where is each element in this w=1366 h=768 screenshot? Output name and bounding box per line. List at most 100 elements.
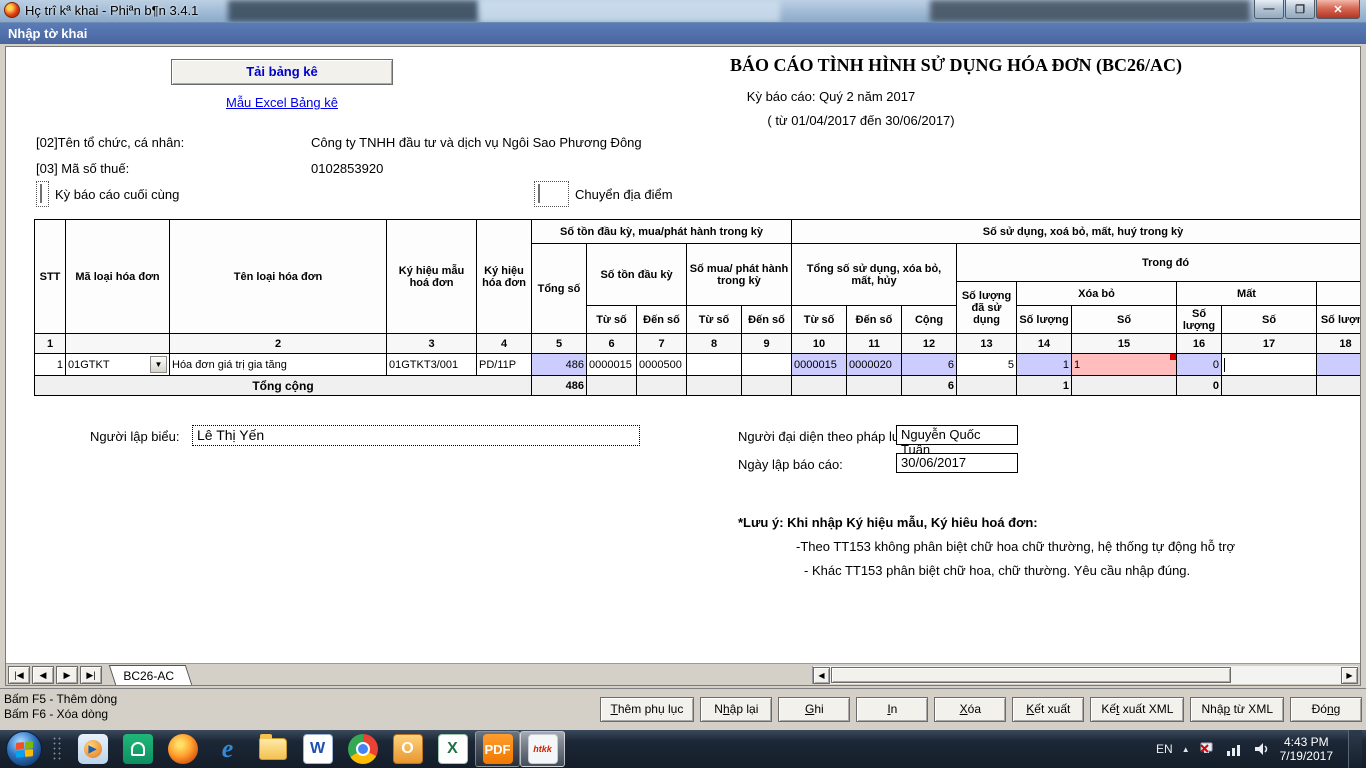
show-desktop-button[interactable] xyxy=(1348,730,1362,768)
cell-ky-hieu-mau[interactable]: 01GTKT3/001 xyxy=(387,354,477,376)
load-statement-button[interactable]: Tải bảng kê xyxy=(171,59,393,85)
error-marker-icon xyxy=(1170,354,1176,360)
cell-c10: 0000015 xyxy=(792,354,847,376)
col-header-ma-loai: Mã loại hóa đơn xyxy=(66,220,170,334)
first-sheet-icon[interactable]: |◀ xyxy=(8,666,30,684)
col-header-den-so-11: Đến số xyxy=(847,306,902,334)
chevron-down-icon[interactable]: ▼ xyxy=(150,356,167,373)
report-date-label: Ngày lập báo cáo: xyxy=(738,457,843,472)
horizontal-scrollbar[interactable]: ◀ ▶ xyxy=(812,666,1358,684)
taskbar-item-word[interactable]: W xyxy=(295,731,340,767)
invoice-usage-table: STT Mã loại hóa đơn Tên loại hóa đơn Ký … xyxy=(34,219,1361,399)
group-header-trong-do: Trong đó xyxy=(957,244,1361,282)
ket-xuat-xml-button[interactable]: Kết xuất XML xyxy=(1090,697,1184,722)
total-c16: 0 xyxy=(1177,376,1222,396)
scrollbar-thumb[interactable] xyxy=(831,667,1231,683)
report-date-input[interactable]: 30/06/2017 xyxy=(896,453,1018,473)
ghi-button[interactable]: Ghi xyxy=(778,697,850,722)
group-header-tong-so-su-dung: Tổng số sử dụng, xóa bỏ, mất, hủy xyxy=(792,244,957,306)
status-bar: Bấm F5 - Thêm dòng Bấm F6 - Xóa dòng Thê… xyxy=(0,688,1366,730)
green-app-icon xyxy=(123,734,153,764)
note-line-2: - Khác TT153 phân biệt chữ hoa, chữ thườ… xyxy=(804,563,1190,578)
cell-c7[interactable]: 0000500 xyxy=(637,354,687,376)
relocation-checkbox-label: Chuyển địa điểm xyxy=(575,187,673,202)
nhap-lai-button[interactable]: Nhập lại xyxy=(700,697,772,722)
language-indicator[interactable]: EN xyxy=(1156,742,1173,756)
taskbar-item-firefox[interactable] xyxy=(160,731,205,767)
group-header-su-dung: Số sử dụng, xoá bỏ, mất, huý trong kỳ xyxy=(792,220,1361,244)
tax-code-label: [03] Mã số thuế: xyxy=(36,161,129,176)
group-header-mat: Mất xyxy=(1177,282,1317,306)
org-name-value: Công ty TNHH đầu tư và dịch vụ Ngôi Sao … xyxy=(311,135,642,150)
col-header-so-17: Số xyxy=(1222,306,1317,334)
relocation-checkbox[interactable] xyxy=(534,181,569,207)
taskbar-item-chrome[interactable] xyxy=(340,731,385,767)
last-sheet-icon[interactable]: ▶| xyxy=(80,666,102,684)
nhap-tu-xml-button[interactable]: Nhập từ XML xyxy=(1190,697,1284,722)
taskbar-item-htkk[interactable]: htkk xyxy=(520,731,565,767)
desktop: Hç trî kª khai - Phiªn b¶n 3.4.1 — ❐ ✕ N… xyxy=(0,0,1366,768)
word-icon: W xyxy=(303,734,333,764)
prev-sheet-icon[interactable]: ◀ xyxy=(32,666,54,684)
total-label: Tổng cộng xyxy=(35,376,532,396)
taskbar-item-excel[interactable]: X xyxy=(430,731,475,767)
menu-item-nhap-to-khai[interactable]: Nhập tờ khai xyxy=(8,26,87,41)
taskbar-item-foxit[interactable]: PDF xyxy=(475,731,520,767)
cell-c17-active[interactable] xyxy=(1222,354,1317,376)
restore-button[interactable]: ❐ xyxy=(1285,0,1315,19)
cell-c8[interactable] xyxy=(687,354,742,376)
them-phu-luc-button[interactable]: Thêm phụ lục xyxy=(600,697,695,722)
tab-bc26-ac[interactable]: BC26-AC xyxy=(109,665,192,685)
taskbar-item-media-player[interactable]: ▶ xyxy=(70,731,115,767)
report-date-range: ( từ 01/04/2017 đến 30/06/2017) xyxy=(636,113,1086,128)
menu-bar: Nhập tờ khai xyxy=(0,23,1366,44)
representative-input[interactable]: Nguyễn Quốc Tuấn xyxy=(896,425,1018,445)
dong-button[interactable]: Đóng xyxy=(1290,697,1362,722)
cell-ky-hieu[interactable]: PD/11P xyxy=(477,354,532,376)
column-number-row: 1 23 45 67 89 1011 1213 1415 1617 18 xyxy=(35,334,1362,354)
col-header-ky-hieu-mau: Ký hiệu mẫu hoá đơn xyxy=(387,220,477,334)
excel-template-link[interactable]: Mẫu Excel Bảng kê xyxy=(171,95,393,110)
col-header-sl-da-su-dung: Số lượng đã sử dụng xyxy=(957,282,1017,334)
hidden-icons-arrow[interactable]: ▲ xyxy=(1182,745,1190,754)
cell-ten-loai[interactable]: Hóa đơn giá trị gia tăng xyxy=(170,354,387,376)
total-c14: 1 xyxy=(1017,376,1072,396)
taskbar-divider xyxy=(52,736,62,762)
in-button[interactable]: In xyxy=(856,697,928,722)
cell-c6[interactable]: 0000015 xyxy=(587,354,637,376)
minimize-button[interactable]: — xyxy=(1254,0,1284,19)
signal-bars-icon[interactable] xyxy=(1226,741,1244,757)
tax-code-value: 0102853920 xyxy=(311,161,383,176)
firefox-icon xyxy=(168,734,198,764)
taskbar-item-green-app[interactable] xyxy=(115,731,160,767)
cell-c9[interactable] xyxy=(742,354,792,376)
taskbar-item-internet-explorer[interactable]: e xyxy=(205,731,250,767)
cell-c15-error[interactable]: 1 xyxy=(1072,354,1177,376)
network-disconnected-icon[interactable] xyxy=(1199,741,1217,757)
preparer-input[interactable]: Lê Thị Yến xyxy=(192,425,640,446)
cell-c18 xyxy=(1317,354,1361,376)
taskbar-item-outlook[interactable]: O xyxy=(385,731,430,767)
scroll-right-icon[interactable]: ▶ xyxy=(1341,667,1358,684)
final-period-checkbox[interactable] xyxy=(36,181,49,207)
speaker-icon[interactable] xyxy=(1253,741,1271,757)
note-line-1: -Theo TT153 không phân biệt chữ hoa chữ … xyxy=(796,539,1235,554)
xoa-button[interactable]: Xóa xyxy=(934,697,1006,722)
ket-xuat-button[interactable]: Kết xuất xyxy=(1012,697,1084,722)
invoice-type-combobox[interactable]: 01GTKT ▼ xyxy=(66,354,170,376)
close-button[interactable]: ✕ xyxy=(1316,0,1360,19)
col-header-den-so-7: Đến số xyxy=(637,306,687,334)
window-body: Tải bảng kê Mẫu Excel Bảng kê BÁO CÁO TÌ… xyxy=(0,44,1366,730)
representative-label: Người đại diện theo pháp luật : xyxy=(738,429,917,444)
col-header-den-so-9: Đến số xyxy=(742,306,792,334)
next-sheet-icon[interactable]: ▶ xyxy=(56,666,78,684)
cell-stt: 1 xyxy=(35,354,66,376)
folder-icon xyxy=(259,738,287,760)
cell-c13[interactable]: 5 xyxy=(957,354,1017,376)
start-button[interactable] xyxy=(6,731,42,767)
scroll-left-icon[interactable]: ◀ xyxy=(813,667,830,684)
taskbar-item-file-explorer[interactable] xyxy=(250,731,295,767)
col-header-so-15: Số xyxy=(1072,306,1177,334)
clock[interactable]: 4:43 PM 7/19/2017 xyxy=(1280,735,1339,763)
group-header-xoa-bo: Xóa bỏ xyxy=(1017,282,1177,306)
